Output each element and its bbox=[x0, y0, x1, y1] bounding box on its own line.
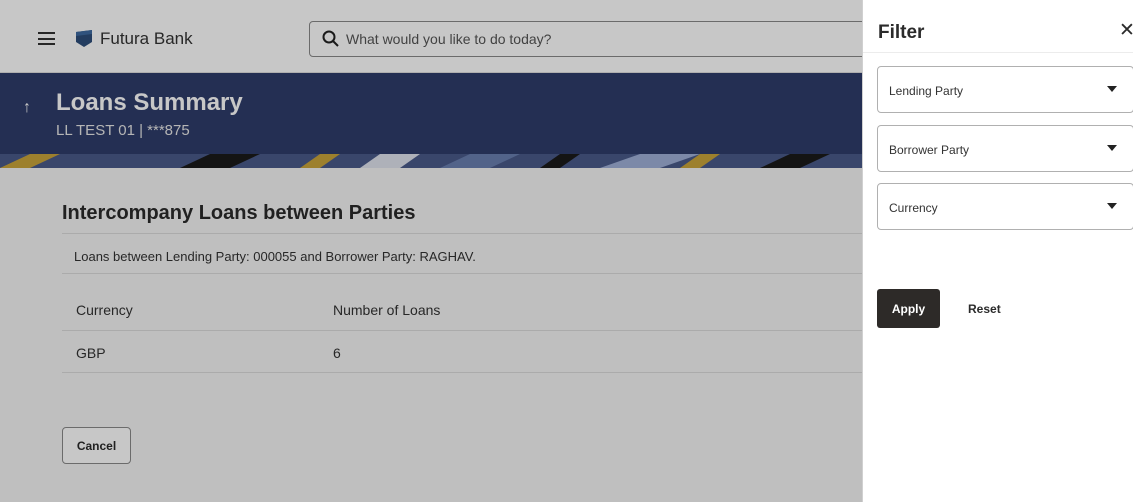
borrower-party-select[interactable]: Borrower Party bbox=[877, 125, 1133, 172]
filter-title: Filter bbox=[878, 22, 925, 43]
filter-panel: Filter ✕ Lending Party Borrower Party Cu… bbox=[862, 0, 1133, 502]
select-label: Lending Party bbox=[889, 84, 964, 98]
chevron-down-icon bbox=[1107, 145, 1117, 151]
apply-button[interactable]: Apply bbox=[877, 289, 940, 328]
reset-button[interactable]: Reset bbox=[968, 302, 1001, 316]
select-label: Borrower Party bbox=[889, 143, 970, 157]
chevron-down-icon bbox=[1107, 203, 1117, 209]
divider bbox=[863, 52, 1133, 53]
lending-party-select[interactable]: Lending Party bbox=[877, 66, 1133, 113]
close-icon[interactable]: ✕ bbox=[1119, 19, 1133, 42]
chevron-down-icon bbox=[1107, 86, 1117, 92]
select-label: Currency bbox=[889, 201, 938, 215]
modal-overlay[interactable] bbox=[0, 0, 862, 502]
currency-select[interactable]: Currency bbox=[877, 183, 1133, 230]
